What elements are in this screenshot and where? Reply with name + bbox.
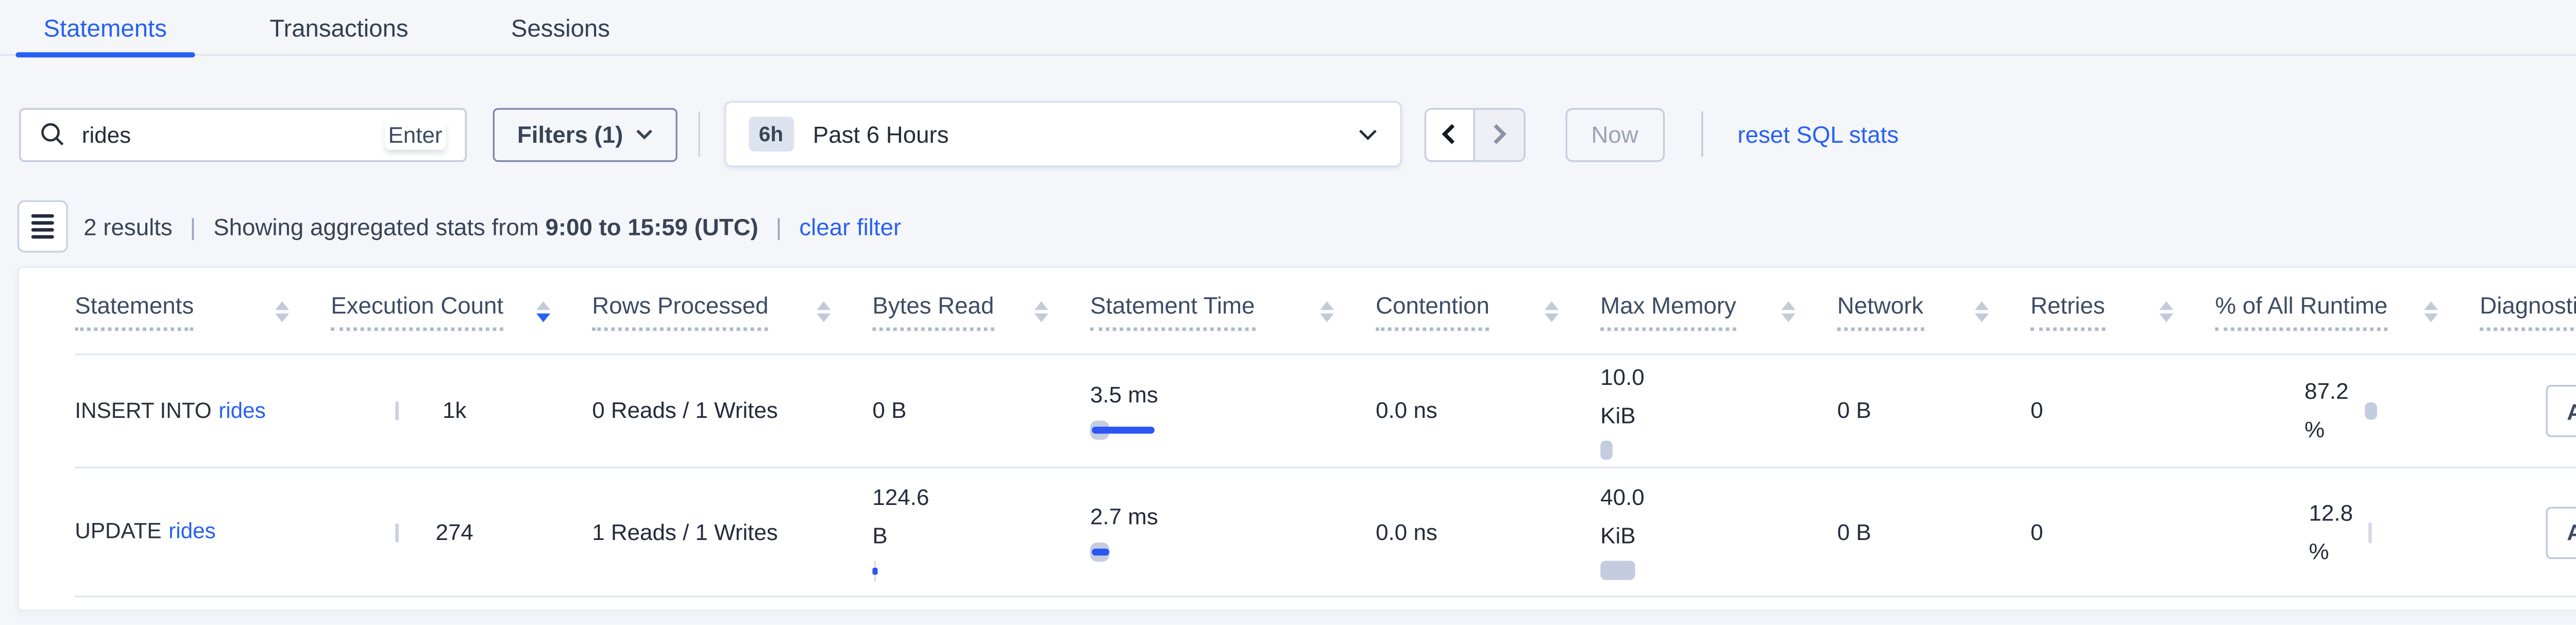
pct-runtime-bar <box>2368 521 2372 543</box>
pct-runtime-cell: 12.8 % <box>2215 468 2480 596</box>
bytes-read-cell: 124.6 B <box>872 468 1090 596</box>
aggregation-summary: Showing aggregated stats from 9:00 to 15… <box>213 213 758 240</box>
bytes-read-cell: 0 B <box>872 356 1090 467</box>
sort-arrows-icon <box>817 300 831 322</box>
max-memory-bar <box>1600 440 1613 459</box>
sort-arrows-icon <box>2159 300 2173 322</box>
tab-statements[interactable]: Statements <box>15 0 195 54</box>
sort-arrows-icon <box>1975 300 1989 322</box>
previous-interval-button[interactable] <box>1426 109 1475 159</box>
chevron-left-icon <box>1443 124 1456 145</box>
diagnostics-cell: Activate <box>2480 356 2576 467</box>
column-header-network[interactable]: Network <box>1837 268 2030 354</box>
network-cell: 0 B <box>1837 356 2030 467</box>
enter-key-hint: Enter <box>385 120 446 149</box>
statement-cell: UPDATErides <box>75 468 331 596</box>
chevron-right-icon <box>1492 124 1506 145</box>
rows-processed-cell: 0 Reads / 1 Writes <box>592 356 872 467</box>
sort-arrows-icon <box>2424 300 2438 322</box>
column-header-retries[interactable]: Retries <box>2030 268 2215 354</box>
column-selector-button[interactable] <box>18 200 68 252</box>
contention-cell: 0.0 ns <box>1376 356 1600 467</box>
statement-time-bar <box>1090 420 1362 441</box>
search-icon <box>40 122 64 146</box>
max-memory-cell: 10.0 KiB <box>1600 356 1837 467</box>
time-range-picker[interactable]: 6h Past 6 Hours <box>724 101 1401 167</box>
chevron-down-icon <box>635 129 653 139</box>
filters-button[interactable]: Filters (1) <box>493 107 677 161</box>
search-input[interactable] <box>78 120 385 149</box>
table-row: UPDATErides 274 1 Reads / 1 Writes 124.6… <box>75 468 2576 597</box>
sort-arrows-icon <box>1320 300 1334 322</box>
time-range-label: Past 6 Hours <box>813 121 949 147</box>
statement-link[interactable]: UPDATErides <box>75 519 215 545</box>
pct-runtime-cell: 87.2 % <box>2215 356 2480 467</box>
column-header-execution-count[interactable]: Execution Count <box>331 268 592 354</box>
sort-arrows-icon <box>536 300 550 322</box>
execution-count-cell: 274 <box>331 468 592 596</box>
column-header-pct-runtime[interactable]: % of All Runtime <box>2215 268 2480 354</box>
sort-arrows-icon <box>1545 300 1558 322</box>
table-row: INSERT INTOrides 1k 0 Reads / 1 Writes 0… <box>75 356 2576 469</box>
statement-time-bar <box>1090 541 1362 562</box>
separator: | <box>190 213 196 240</box>
clear-filter-link[interactable]: clear filter <box>799 213 901 240</box>
max-memory-bar <box>1600 561 1635 580</box>
search-box: Enter <box>19 107 467 161</box>
filters-button-label: Filters (1) <box>517 121 623 147</box>
toolbar-divider <box>1701 111 1703 157</box>
execution-count-cell: 1k <box>331 356 592 467</box>
aggregation-summary-prefix: Showing aggregated stats from <box>213 213 539 240</box>
time-range-step-buttons <box>1424 107 1525 161</box>
tab-sessions[interactable]: Sessions <box>483 0 638 54</box>
tab-bar: Statements Transactions Sessions <box>0 0 2576 56</box>
sort-arrows-icon <box>1035 300 1048 322</box>
time-range-badge: 6h <box>749 116 794 151</box>
toolbar-divider <box>698 111 700 157</box>
results-count: 2 results <box>83 213 172 240</box>
retries-cell: 0 <box>2030 468 2215 596</box>
statement-cell: INSERT INTOrides <box>75 356 331 467</box>
column-header-statement-time[interactable]: Statement Time <box>1090 268 1376 354</box>
activate-diagnostics-button[interactable]: Activate <box>2546 506 2576 558</box>
now-button[interactable]: Now <box>1565 107 1665 161</box>
statement-time-cell: 2.7 ms <box>1090 468 1376 596</box>
column-header-diagnostics[interactable]: Diagnostics <box>2480 268 2576 354</box>
filters-toolbar: Enter Filters (1) 6h Past 6 Hours <box>19 101 2576 167</box>
contention-cell: 0.0 ns <box>1376 468 1600 596</box>
diagnostics-cell: Activate <box>2480 468 2576 596</box>
execution-count-bar <box>395 401 399 420</box>
pct-runtime-bar <box>2364 402 2377 420</box>
column-header-statements[interactable]: Statements <box>75 268 331 354</box>
network-cell: 0 B <box>1837 468 2030 596</box>
tab-transactions[interactable]: Transactions <box>242 0 436 54</box>
execution-count-bar <box>395 522 399 542</box>
retries-cell: 0 <box>2030 356 2215 467</box>
rows-processed-cell: 1 Reads / 1 Writes <box>592 468 872 596</box>
statement-time-cell: 3.5 ms <box>1090 356 1376 467</box>
sort-arrows-icon <box>1782 300 1795 322</box>
activate-diagnostics-button[interactable]: Activate <box>2546 385 2576 437</box>
statements-table-card: Statements Execution Count Rows Processe… <box>18 266 2576 611</box>
aggregation-summary-range: 9:00 to 15:59 (UTC) <box>546 213 758 240</box>
column-header-rows-processed[interactable]: Rows Processed <box>592 268 872 354</box>
chevron-down-icon <box>1358 128 1377 140</box>
max-memory-cell: 40.0 KiB <box>1600 468 1837 596</box>
statement-link[interactable]: INSERT INTOrides <box>75 398 265 424</box>
column-header-contention[interactable]: Contention <box>1376 268 1600 354</box>
bytes-read-bar <box>872 560 879 581</box>
results-bar: 2 results | Showing aggregated stats fro… <box>18 200 2576 252</box>
sql-activity-page: Statements Transactions Sessions Enter F… <box>0 0 2576 625</box>
reset-sql-stats-link[interactable]: reset SQL stats <box>1738 121 1899 147</box>
column-header-max-memory[interactable]: Max Memory <box>1600 268 1837 354</box>
column-header-bytes-read[interactable]: Bytes Read <box>872 268 1090 354</box>
menu-icon <box>31 214 54 217</box>
next-interval-button[interactable] <box>1475 109 1523 159</box>
sort-arrows-icon <box>275 300 289 322</box>
table-header-row: Statements Execution Count Rows Processe… <box>75 268 2576 356</box>
separator: | <box>776 213 782 240</box>
